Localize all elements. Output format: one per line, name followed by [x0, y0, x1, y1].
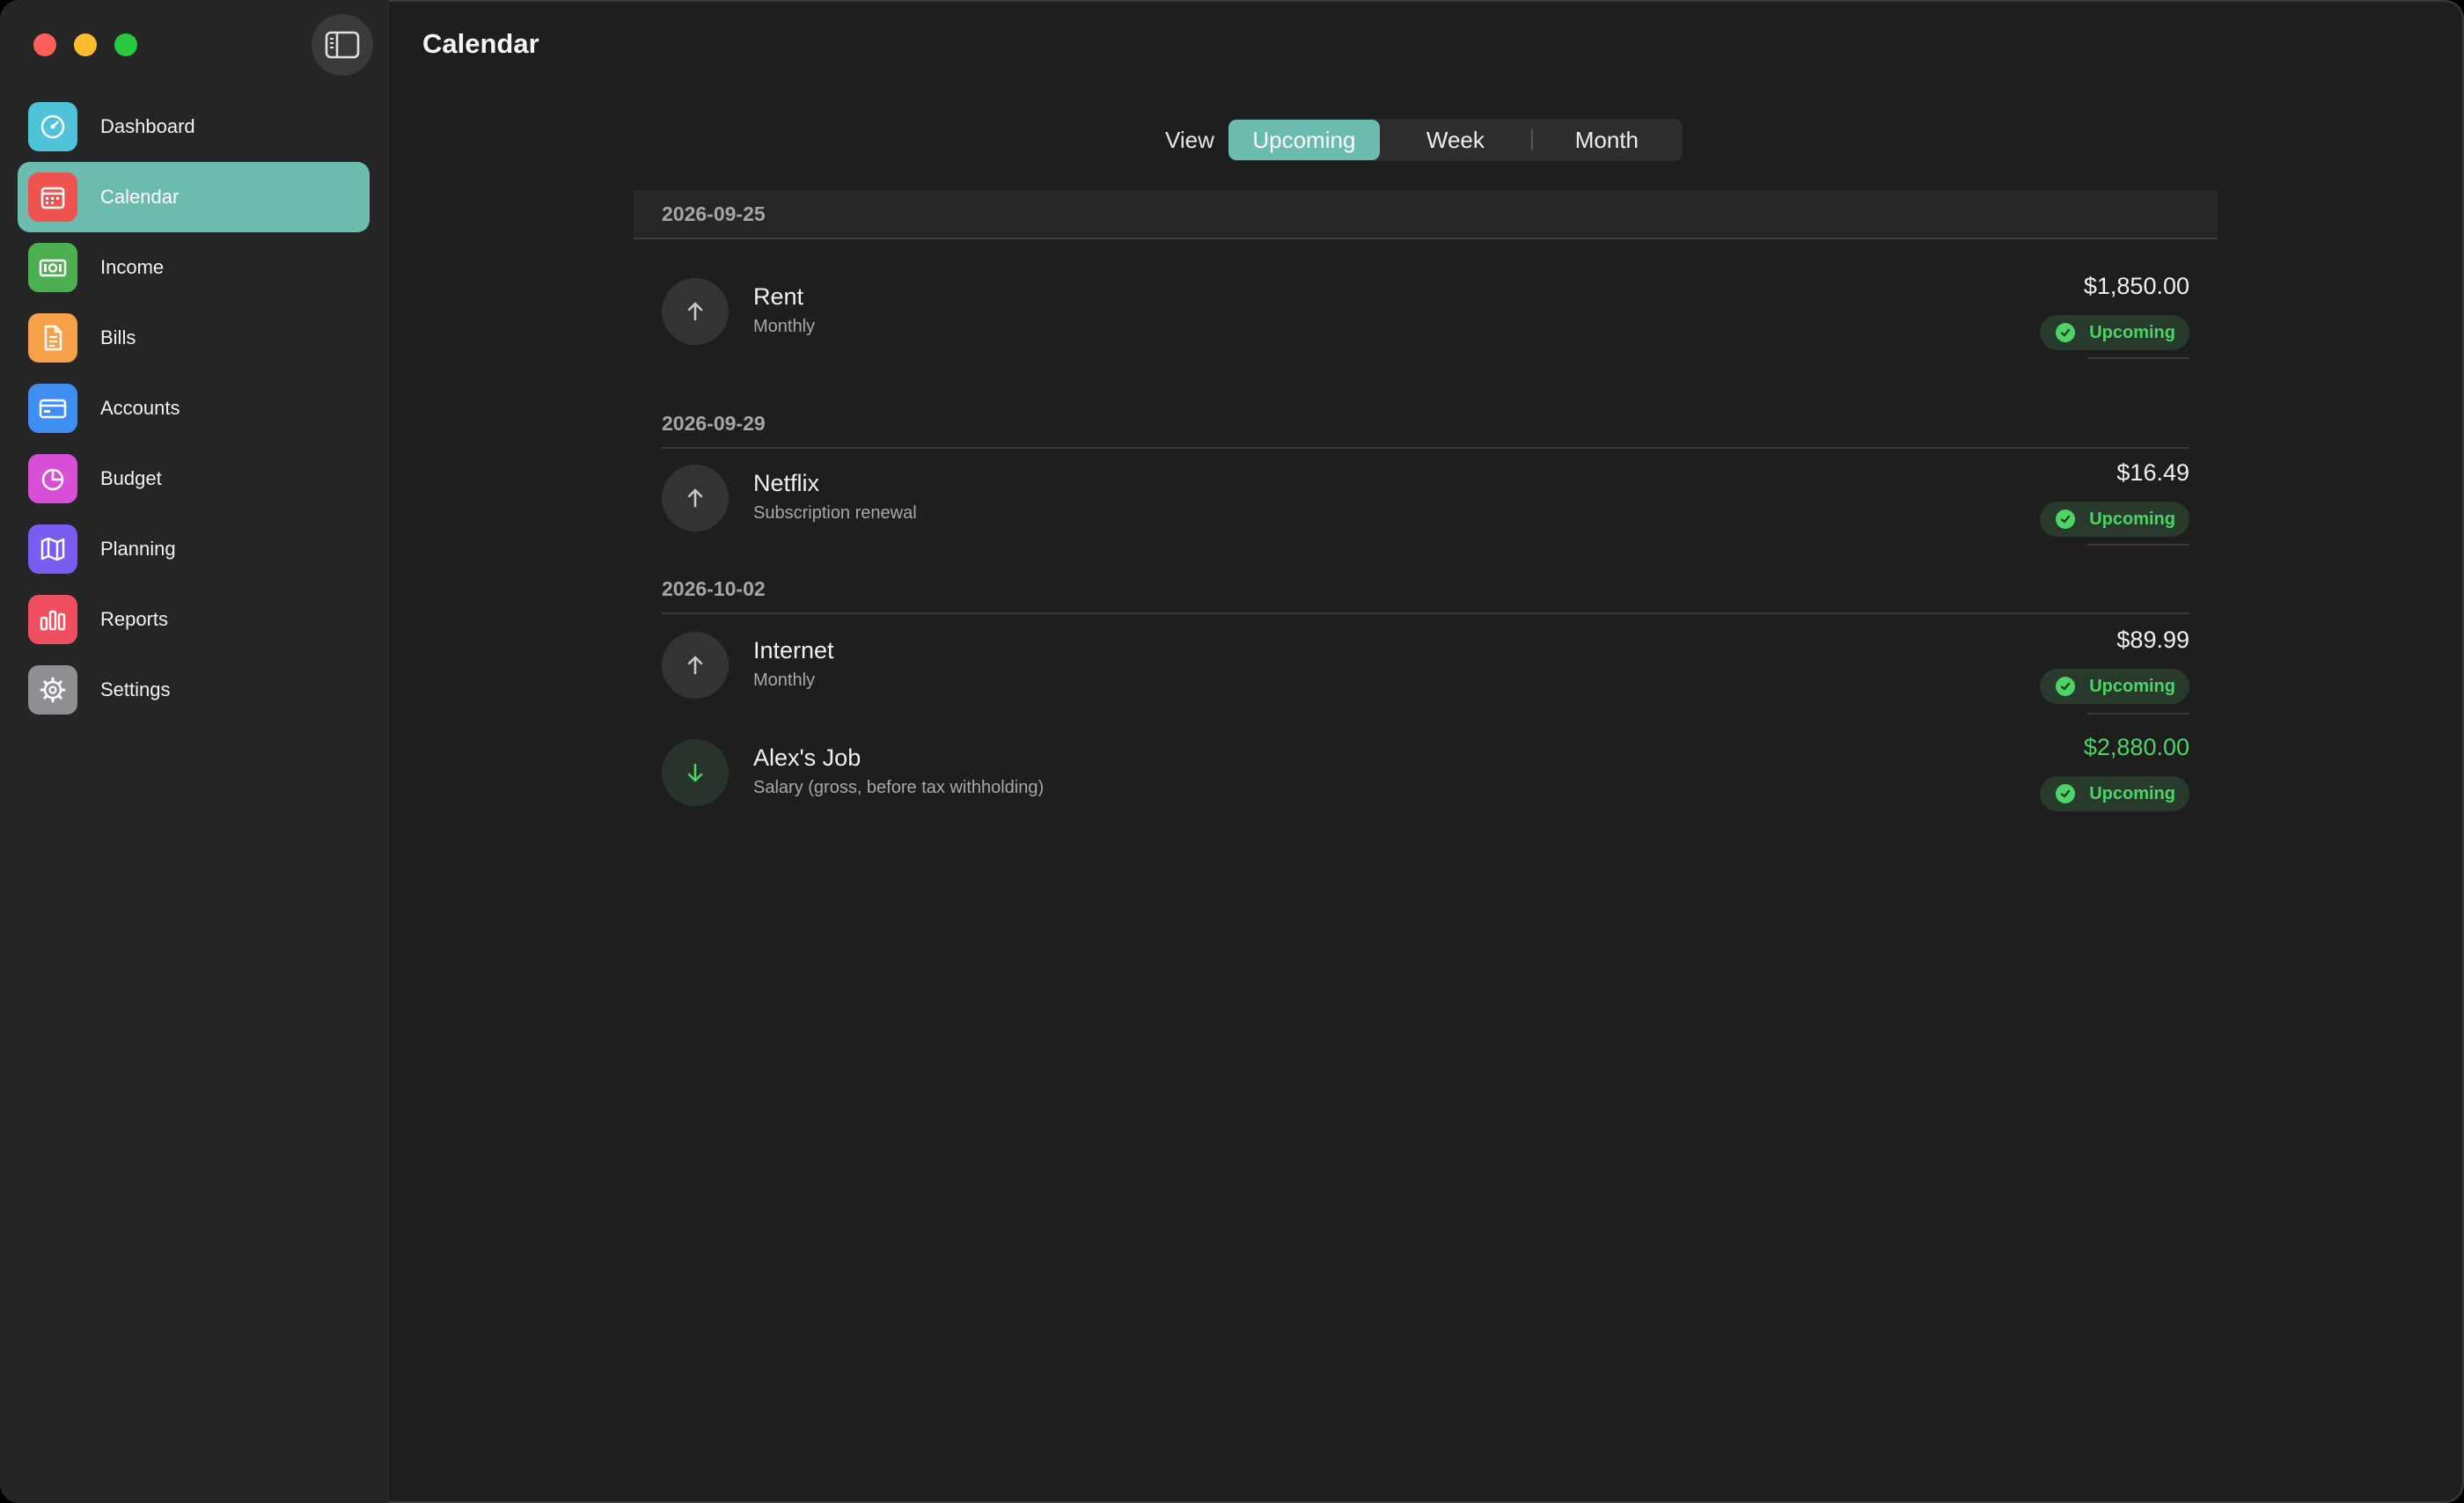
- sidebar-item-label: Reports: [100, 608, 169, 630]
- sidebar-item-calendar[interactable]: Calendar: [18, 162, 370, 232]
- document-icon: [28, 313, 77, 363]
- divider: [2087, 544, 2189, 546]
- sidebar-item-label: Bills: [100, 326, 136, 348]
- checkmark-icon: [2056, 323, 2076, 342]
- gear-icon: [28, 665, 77, 715]
- list-item[interactable]: Internet Monthly $89.99 Upcoming: [662, 614, 2189, 722]
- view-option-upcoming[interactable]: Upcoming: [1228, 120, 1380, 160]
- sidebar-nav: Dashboard Calendar Income Bills Accounts…: [18, 92, 370, 725]
- list-item[interactable]: Rent Monthly $1,850.00 Upcoming: [662, 260, 2189, 366]
- sidebar-item-reports[interactable]: Reports: [18, 584, 370, 655]
- checkmark-icon: [2056, 784, 2076, 803]
- divider: [2087, 357, 2189, 359]
- sidebar-item-label: Calendar: [100, 186, 180, 208]
- view-selector: View Upcoming Week Month: [1165, 119, 1683, 161]
- status-label: Upcoming: [2089, 676, 2175, 696]
- checkmark-icon: [2056, 510, 2076, 529]
- item-name: Rent: [753, 283, 804, 310]
- status-label: Upcoming: [2089, 322, 2175, 342]
- item-amount: $2,880.00: [2083, 734, 2189, 760]
- page-title: Calendar: [422, 28, 539, 59]
- map-icon: [28, 524, 77, 574]
- list-item[interactable]: Netflix Subscription renewal $16.49 Upco…: [662, 447, 2189, 553]
- sidebar-item-budget[interactable]: Budget: [18, 444, 370, 514]
- checkmark-icon: [2056, 677, 2076, 696]
- sidebar-item-planning[interactable]: Planning: [18, 514, 370, 584]
- item-name: Internet: [753, 637, 834, 664]
- view-label: View: [1165, 126, 1214, 153]
- item-frequency: Subscription renewal: [753, 503, 917, 523]
- item-amount: $16.49: [2116, 459, 2189, 486]
- close-window-button[interactable]: [33, 33, 56, 56]
- credit-card-icon: [28, 384, 77, 433]
- bar-chart-icon: [28, 595, 77, 644]
- view-option-week[interactable]: Week: [1380, 120, 1531, 160]
- sidebar-item-label: Planning: [100, 538, 176, 560]
- view-option-month[interactable]: Month: [1531, 120, 1683, 160]
- date-header: 2026-09-25: [634, 190, 2218, 239]
- status-badge: Upcoming: [2040, 776, 2189, 811]
- status-label: Upcoming: [2089, 783, 2175, 803]
- pie-chart-icon: [28, 454, 77, 503]
- dashboard-gauge-icon: [28, 102, 77, 151]
- status-badge: Upcoming: [2040, 669, 2189, 704]
- sidebar-toggle-icon: [325, 31, 360, 59]
- sidebar-item-dashboard[interactable]: Dashboard: [18, 92, 370, 162]
- status-label: Upcoming: [2089, 509, 2175, 529]
- item-amount: $89.99: [2116, 627, 2189, 653]
- list-item[interactable]: Alex's Job Salary (gross, before tax wit…: [662, 722, 2189, 827]
- banknote-icon: [28, 243, 77, 292]
- arrow-down-icon: [662, 739, 729, 806]
- sidebar-item-label: Income: [100, 256, 165, 278]
- sidebar-item-label: Accounts: [100, 397, 180, 419]
- arrow-up-icon: [662, 465, 729, 532]
- item-name: Netflix: [753, 470, 820, 496]
- arrow-up-icon: [662, 278, 729, 345]
- item-frequency: Monthly: [753, 317, 816, 336]
- sidebar-item-settings[interactable]: Settings: [18, 655, 370, 725]
- calendar-icon: [28, 172, 77, 222]
- item-name: Alex's Job: [753, 744, 862, 771]
- upcoming-list: 2026-09-25 Rent Monthly $1,850.00 Upcomi…: [634, 190, 2218, 827]
- sidebar-item-bills[interactable]: Bills: [18, 303, 370, 373]
- item-amount: $1,850.00: [2083, 273, 2189, 299]
- date-header: 2026-09-29: [662, 400, 2189, 449]
- divider: [2087, 713, 2189, 715]
- sidebar-item-accounts[interactable]: Accounts: [18, 373, 370, 444]
- arrow-up-icon: [662, 632, 729, 699]
- view-segmented-control: Upcoming Week Month: [1228, 119, 1683, 161]
- app-window: Dashboard Calendar Income Bills Accounts…: [0, 0, 2464, 1503]
- zoom-window-button[interactable]: [114, 33, 137, 56]
- sidebar-item-income[interactable]: Income: [18, 232, 370, 303]
- item-frequency: Monthly: [753, 671, 816, 690]
- status-badge: Upcoming: [2040, 315, 2189, 350]
- minimize-window-button[interactable]: [74, 33, 97, 56]
- item-description: Salary (gross, before tax withholding): [753, 778, 1045, 797]
- sidebar-item-label: Settings: [100, 678, 171, 700]
- sidebar-toggle-button[interactable]: [312, 14, 373, 76]
- sidebar-item-label: Dashboard: [100, 115, 195, 137]
- sidebar: Dashboard Calendar Income Bills Accounts…: [0, 0, 389, 1503]
- sidebar-item-label: Budget: [100, 467, 162, 489]
- date-header: 2026-10-02: [662, 565, 2189, 614]
- status-badge: Upcoming: [2040, 502, 2189, 537]
